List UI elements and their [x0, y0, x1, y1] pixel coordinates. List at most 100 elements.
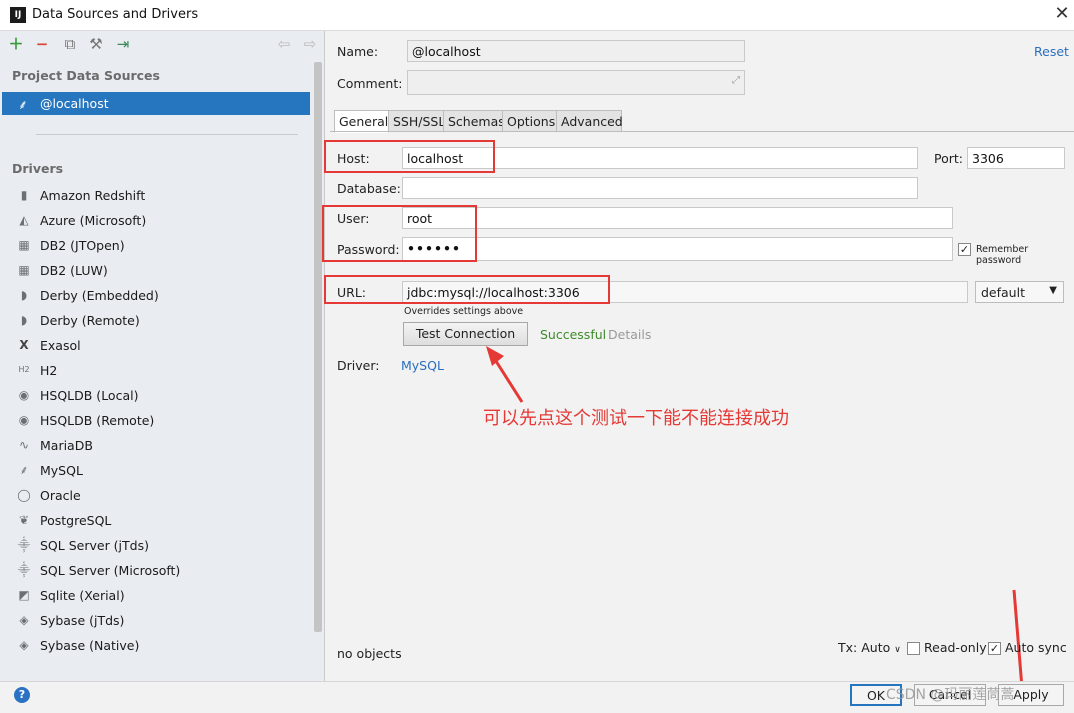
driver-item-derby-embedded[interactable]: ◗ Derby (Embedded)	[12, 285, 302, 307]
sqlite-icon: ◩	[18, 588, 30, 602]
port-input[interactable]: 3306	[967, 147, 1065, 169]
sqlserver-icon: ⸎	[17, 538, 31, 552]
driver-item-hsqldb-remote[interactable]: ◉ HSQLDB (Remote)	[12, 410, 302, 432]
driver-label: Exasol	[40, 338, 81, 353]
driver-item-db2-jtopen[interactable]: ▦ DB2 (JTOpen)	[12, 235, 302, 257]
driver-item-oracle[interactable]: ◯ Oracle	[12, 485, 302, 507]
driver-item-azure[interactable]: ◭ Azure (Microsoft)	[12, 210, 302, 232]
name-field[interactable]: @localhost	[407, 40, 745, 62]
driver-item-db2-luw[interactable]: ▦ DB2 (LUW)	[12, 260, 302, 282]
annotation-text: 可以先点这个测试一下能不能连接成功	[483, 408, 789, 429]
divider	[36, 134, 298, 135]
wrench-icon[interactable]: ⚒	[88, 36, 104, 52]
remember-password-label: Remember password	[976, 244, 1029, 266]
close-icon[interactable]: ✕	[1052, 3, 1072, 25]
connection-status: Successful	[540, 327, 607, 342]
driver-label: MariaDB	[40, 438, 93, 453]
tab-divider	[330, 131, 1074, 132]
driver-label: Sqlite (Xerial)	[40, 588, 125, 603]
tab-general[interactable]: General	[334, 110, 389, 133]
add-icon[interactable]: ＋	[8, 36, 24, 52]
name-label: Name:	[337, 44, 379, 59]
details-link[interactable]: Details	[608, 327, 651, 342]
comment-field[interactable]: ⤢	[407, 70, 745, 95]
url-mode-select[interactable]: default ▼	[975, 281, 1064, 303]
auto-sync-label: Auto sync	[1005, 640, 1067, 655]
hsqldb-icon: ◉	[18, 388, 30, 402]
scrollbar[interactable]	[314, 62, 322, 632]
auto-sync-checkbox[interactable]: ✓	[988, 642, 1001, 655]
import-icon[interactable]: ⇥	[115, 36, 131, 52]
objects-status: no objects	[337, 646, 402, 661]
highlight-url	[324, 275, 610, 304]
highlight-host	[324, 140, 495, 173]
app-icon: IJ	[10, 7, 26, 23]
derby-icon: ◗	[20, 313, 28, 327]
tab-schemas[interactable]: Schemas	[443, 110, 505, 132]
oracle-icon: ◯	[17, 488, 31, 502]
driver-item-amazon-redshift[interactable]: ▮ Amazon Redshift	[12, 185, 302, 207]
expand-icon[interactable]: ⤢	[732, 75, 740, 86]
driver-label: Sybase (Native)	[40, 638, 140, 653]
driver-label: Amazon Redshift	[40, 188, 146, 203]
help-icon[interactable]: ?	[14, 687, 30, 703]
database-input[interactable]	[402, 177, 918, 199]
driver-item-hsqldb-local[interactable]: ◉ HSQLDB (Local)	[12, 385, 302, 407]
bar-icon: ▮	[20, 188, 28, 202]
driver-item-sqlite[interactable]: ◩ Sqlite (Xerial)	[12, 585, 302, 607]
driver-label: HSQLDB (Remote)	[40, 413, 155, 428]
sybase-icon: ◈	[19, 613, 29, 627]
remember-password-checkbox[interactable]: ✓	[958, 243, 971, 256]
driver-item-sqlserver-jtds[interactable]: ⸎ SQL Server (jTds)	[12, 535, 302, 557]
tx-mode-select[interactable]: Tx: Auto ∨	[838, 640, 901, 655]
driver-item-sybase-native[interactable]: ◈ Sybase (Native)	[12, 635, 302, 657]
port-label: Port:	[934, 151, 963, 166]
mariadb-icon: ∿	[18, 438, 30, 452]
duplicate-icon[interactable]: ⧉	[62, 36, 78, 52]
driver-item-mariadb[interactable]: ∿ MariaDB	[12, 435, 302, 457]
back-arrow-icon[interactable]: ⇦	[276, 36, 292, 52]
driver-label: SQL Server (jTds)	[40, 538, 149, 553]
driver-item-sybase-jtds[interactable]: ◈ Sybase (jTds)	[12, 610, 302, 632]
tx-mode-label: Tx: Auto	[838, 640, 891, 655]
window-title: Data Sources and Drivers	[32, 7, 199, 22]
driver-item-derby-remote[interactable]: ◗ Derby (Remote)	[12, 310, 302, 332]
tab-advanced[interactable]: Advanced	[556, 110, 623, 132]
watermark: CSDN @玛丽莲茼蒿	[886, 687, 1015, 703]
tab-options[interactable]: Options	[502, 110, 557, 132]
driver-item-postgresql[interactable]: ❦ PostgreSQL	[12, 510, 302, 532]
driver-item-sqlserver-microsoft[interactable]: ⸎ SQL Server (Microsoft)	[12, 560, 302, 582]
url-mode-value: default	[981, 285, 1025, 300]
driver-label: MySQL	[40, 463, 83, 478]
database-label: Database:	[337, 181, 401, 196]
driver-label: H2	[40, 363, 58, 378]
forward-arrow-icon[interactable]: ⇨	[302, 36, 318, 52]
reset-link[interactable]: Reset	[1034, 44, 1069, 59]
derby-icon: ◗	[20, 288, 28, 302]
driver-item-mysql[interactable]: ⸙ MySQL	[12, 460, 302, 482]
driver-item-h2[interactable]: H2 H2	[12, 360, 302, 382]
chevron-down-icon: ▼	[1049, 285, 1057, 296]
sybase-icon: ◈	[19, 638, 29, 652]
azure-icon: ◭	[19, 213, 29, 227]
driver-item-exasol[interactable]: X Exasol	[12, 335, 302, 357]
drivers-header: Drivers	[12, 161, 64, 176]
remove-icon[interactable]: −	[34, 36, 50, 52]
driver-label: DB2 (JTOpen)	[40, 238, 125, 253]
data-source-item-localhost[interactable]: ⸙ @localhost	[2, 92, 310, 115]
sqlserver-icon: ⸎	[17, 563, 31, 577]
driver-label: DB2 (LUW)	[40, 263, 108, 278]
driver-label: Driver:	[337, 358, 380, 373]
chevron-down-icon: ∨	[894, 645, 901, 655]
password-input[interactable]: ••••••	[402, 237, 953, 261]
user-input[interactable]: root	[402, 207, 953, 229]
exasol-icon: X	[19, 338, 29, 352]
tab-ssh-ssl[interactable]: SSH/SSL	[388, 110, 445, 132]
read-only-checkbox[interactable]	[907, 642, 920, 655]
highlight-credentials	[322, 205, 477, 262]
driver-label: HSQLDB (Local)	[40, 388, 139, 403]
driver-label: Azure (Microsoft)	[40, 213, 147, 228]
driver-label: Oracle	[40, 488, 81, 503]
driver-label: Sybase (jTds)	[40, 613, 125, 628]
driver-link[interactable]: MySQL	[401, 358, 444, 373]
